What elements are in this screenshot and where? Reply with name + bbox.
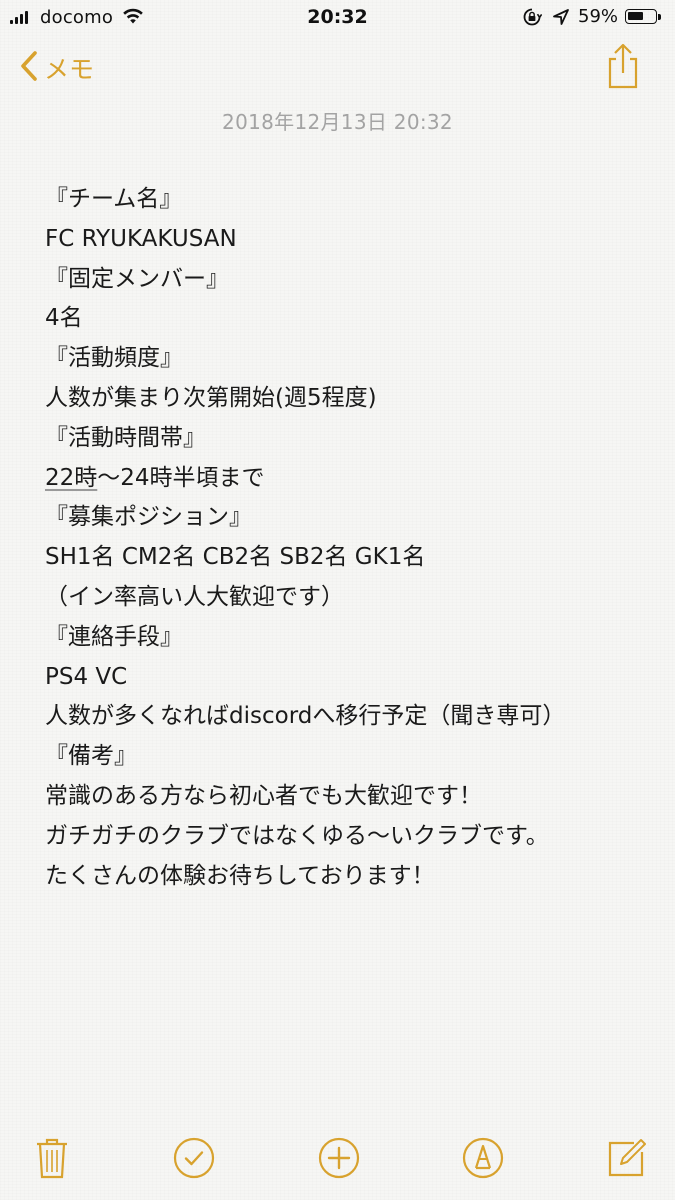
add-icon [318,1137,360,1183]
checklist-button[interactable] [172,1135,216,1185]
note-line: 常識のある方なら初心者でも大歓迎です！ [45,782,482,809]
battery-fill [628,12,643,20]
note-line: FC RYUKAKUSAN [45,225,237,252]
note-line: PS4 VC [45,663,128,690]
note-line: 『連絡手段』 [45,623,183,650]
status-clock: 20:32 [307,6,368,28]
battery-icon [625,9,661,24]
note-line: 『チーム名』 [45,186,183,212]
add-button[interactable] [317,1135,361,1185]
markup-icon [462,1137,504,1183]
note-line: 『募集ポジション』 [45,504,252,531]
note-line: たくさんの体験お待ちしております！ [45,862,435,889]
location-arrow-icon [552,8,570,30]
back-button[interactable]: メモ [20,48,94,88]
battery-percentage: 59% [578,6,619,27]
note-line: 『固定メンバー』 [45,265,229,292]
note-line: 『活動時間帯』 [45,424,206,451]
note-date: 2018年12月13日 20:32 [222,110,453,134]
note-line: ガチガチのクラブではなくゆる〜いクラブです。 [45,822,549,849]
note-line: （イン率高い人大歓迎です） [45,583,344,610]
markup-button[interactable] [461,1135,505,1185]
status-bar: docomo 20:32 59% [0,0,675,36]
note-body[interactable]: 『チーム名』 FC RYUKAKUSAN 『固定メンバー』 4名 『活動頻度』 … [45,180,665,896]
trash-icon [35,1136,69,1184]
share-button[interactable] [603,42,643,90]
rotation-lock-icon [522,7,543,31]
share-icon [603,43,643,94]
note-line: 22時〜24時半頃まで [45,464,265,491]
delete-button[interactable] [30,1135,74,1185]
note-line: 『備考』 [45,743,137,770]
note-line: 4名 [45,305,83,332]
compose-icon [606,1137,648,1183]
checklist-icon [173,1137,215,1183]
compose-button[interactable] [605,1135,649,1185]
note-line: SH1名 CM2名 CB2名 SB2名 GK1名 [45,544,426,571]
note-line: 『活動頻度』 [45,345,183,372]
note-line: 人数が多くなればdiscordへ移行予定（聞き専可） [45,703,566,730]
bottom-toolbar [0,1135,675,1195]
back-button-label: メモ [44,55,95,84]
note-line: 人数が集まり次第開始(週5程度) [45,384,377,411]
chevron-left-icon [20,50,38,86]
